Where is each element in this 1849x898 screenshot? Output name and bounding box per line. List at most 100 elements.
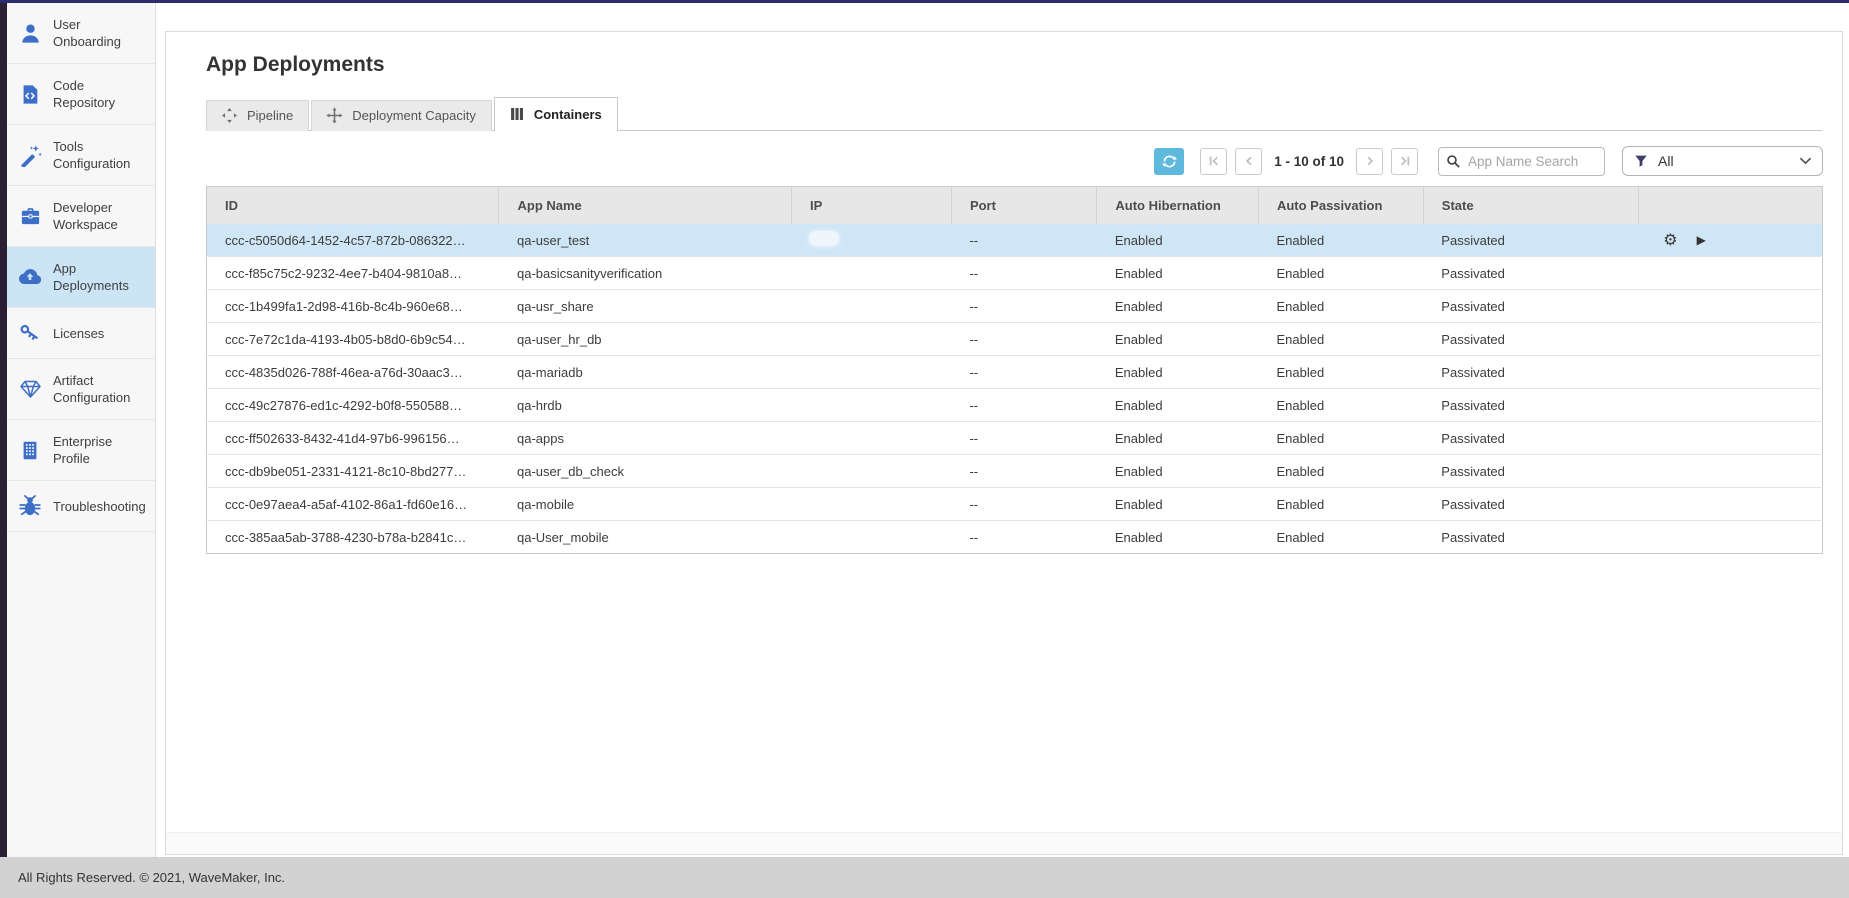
prev-page-button[interactable] [1235, 148, 1262, 175]
sidebar-item-user-onboarding[interactable]: User Onboarding [7, 3, 155, 64]
redacted-ip [809, 429, 839, 444]
cell-state: Passivated [1423, 323, 1638, 356]
cell-id: ccc-0e97aea4-a5af-4102-86a1-fd60e16… [207, 488, 499, 521]
page-title: App Deployments [206, 53, 1842, 77]
cell-actions [1638, 521, 1822, 554]
filter-funnel-icon [1634, 154, 1648, 168]
filter-selected-value: All [1658, 153, 1799, 169]
cell-app-name: qa-mariadb [499, 356, 791, 389]
column-header-port: Port [951, 187, 1096, 225]
cell-actions [1638, 455, 1822, 488]
sidebar-item-label: Artifact Configuration [53, 372, 149, 406]
column-header-actions [1638, 187, 1822, 225]
table-row[interactable]: ccc-c5050d64-1452-4c57-872b-086322… qa-u… [207, 224, 1823, 257]
cell-port: -- [951, 224, 1096, 257]
cell-auto-hibernation: Enabled [1097, 323, 1259, 356]
table-row[interactable]: ccc-385aa5ab-3788-4230-b78a-b2841c… qa-U… [207, 521, 1823, 554]
cell-auto-hibernation: Enabled [1097, 455, 1259, 488]
sidebar-item-label: Tools Configuration [53, 138, 149, 172]
sidebar-item-label: Developer Workspace [53, 199, 149, 233]
sidebar-item-tools-configuration[interactable]: Tools Configuration [7, 125, 155, 186]
next-page-icon [1363, 154, 1377, 168]
sidebar-item-troubleshooting[interactable]: Troubleshooting [7, 481, 155, 532]
cloud-upload-icon [7, 265, 53, 289]
refresh-icon [1161, 153, 1178, 170]
pagination: 1 - 10 of 10 [1196, 148, 1422, 175]
table-row[interactable]: ccc-7e72c1da-4193-4b05-b8d0-6b9c54… qa-u… [207, 323, 1823, 356]
cell-state: Passivated [1423, 356, 1638, 389]
main-content: App Deployments Pipeline Deployment Capa… [156, 3, 1849, 857]
play-icon[interactable]: ▶ [1697, 233, 1706, 247]
table-row[interactable]: ccc-49c27876-ed1c-4292-b0f8-550588… qa-h… [207, 389, 1823, 422]
sidebar-item-app-deployments[interactable]: App Deployments [7, 247, 155, 308]
cell-auto-hibernation: Enabled [1097, 521, 1259, 554]
tab-deployment-capacity[interactable]: Deployment Capacity [311, 100, 492, 131]
cell-id: ccc-db9be051-2331-4121-8c10-8bd277… [207, 455, 499, 488]
table-row[interactable]: ccc-f85c75c2-9232-4ee7-b404-9810a8… qa-b… [207, 257, 1823, 290]
tab-containers[interactable]: Containers [494, 97, 618, 131]
cell-actions: ⚙ ▶ [1638, 224, 1822, 257]
key-icon [7, 321, 53, 345]
state-filter-select[interactable]: All [1622, 146, 1823, 176]
sidebar-item-developer-workspace[interactable]: Developer Workspace [7, 186, 155, 247]
table-header-row: ID App Name IP Port Auto Hibernation Aut… [207, 187, 1823, 225]
cell-state: Passivated [1423, 257, 1638, 290]
sidebar-item-licenses[interactable]: Licenses [7, 308, 155, 359]
tab-pipeline[interactable]: Pipeline [206, 100, 309, 131]
cell-ip [791, 422, 951, 455]
next-page-button[interactable] [1356, 148, 1383, 175]
cell-state: Passivated [1423, 290, 1638, 323]
sidebar-item-artifact-configuration[interactable]: Artifact Configuration [7, 359, 155, 420]
prev-page-icon [1242, 154, 1256, 168]
cell-id: ccc-1b499fa1-2d98-416b-8c4b-960e68… [207, 290, 499, 323]
cell-auto-passivation: Enabled [1258, 389, 1423, 422]
first-page-icon [1207, 154, 1221, 168]
building-icon [7, 439, 53, 462]
sidebar-accent-strip [0, 3, 7, 857]
tab-label: Pipeline [247, 108, 293, 123]
cell-app-name: qa-basicsanityverification [499, 257, 791, 290]
redacted-ip [809, 396, 839, 411]
cell-app-name: qa-hrdb [499, 389, 791, 422]
copyright-text: All Rights Reserved. © 2021, WaveMaker, … [18, 870, 285, 885]
sidebar-nav: User Onboarding Code Repository Tools Co… [7, 3, 155, 532]
move-icon [326, 107, 343, 124]
sidebar-item-label: Troubleshooting [53, 498, 146, 515]
table-row[interactable]: ccc-ff502633-8432-41d4-97b6-996156… qa-a… [207, 422, 1823, 455]
redacted-ip [809, 264, 839, 279]
cell-ip [791, 488, 951, 521]
cell-app-name: qa-usr_share [499, 290, 791, 323]
cell-app-name: qa-mobile [499, 488, 791, 521]
columns-icon [509, 106, 525, 122]
cell-auto-hibernation: Enabled [1097, 422, 1259, 455]
settings-gear-icon[interactable]: ⚙ [1663, 233, 1677, 247]
column-header-app-name: App Name [499, 187, 791, 225]
containers-table: ID App Name IP Port Auto Hibernation Aut… [206, 186, 1823, 554]
cell-actions [1638, 488, 1822, 521]
table-row[interactable]: ccc-1b499fa1-2d98-416b-8c4b-960e68… qa-u… [207, 290, 1823, 323]
cell-port: -- [951, 521, 1096, 554]
last-page-icon [1398, 154, 1412, 168]
sidebar-item-label: Enterprise Profile [53, 433, 149, 467]
first-page-button[interactable] [1200, 148, 1227, 175]
search-box [1438, 147, 1605, 176]
refresh-button[interactable] [1154, 148, 1184, 175]
user-icon [7, 22, 53, 45]
redacted-ip [809, 462, 839, 477]
table-row[interactable]: ccc-0e97aea4-a5af-4102-86a1-fd60e16… qa-… [207, 488, 1823, 521]
cell-state: Passivated [1423, 455, 1638, 488]
table-row[interactable]: ccc-4835d026-788f-46ea-a76d-30aac3… qa-m… [207, 356, 1823, 389]
cell-ip [791, 323, 951, 356]
search-input[interactable] [1438, 147, 1605, 176]
cell-auto-passivation: Enabled [1258, 257, 1423, 290]
cell-ip [791, 389, 951, 422]
sidebar-item-enterprise-profile[interactable]: Enterprise Profile [7, 420, 155, 481]
last-page-button[interactable] [1391, 148, 1418, 175]
table-row[interactable]: ccc-db9be051-2331-4121-8c10-8bd277… qa-u… [207, 455, 1823, 488]
cell-actions [1638, 389, 1822, 422]
sidebar-item-label: User Onboarding [53, 16, 149, 50]
cell-app-name: qa-user_db_check [499, 455, 791, 488]
cell-port: -- [951, 389, 1096, 422]
cell-ip [791, 521, 951, 554]
sidebar-item-code-repository[interactable]: Code Repository [7, 64, 155, 125]
